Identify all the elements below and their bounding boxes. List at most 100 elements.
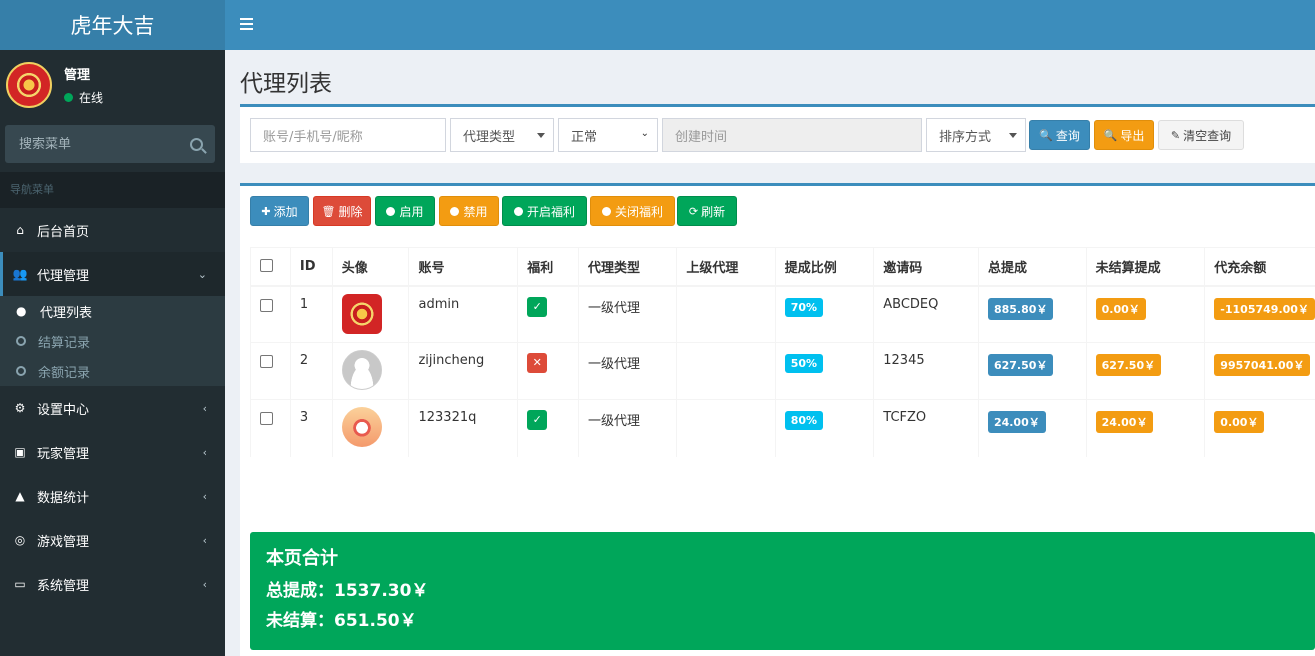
- cell-id: 1: [289, 285, 333, 343]
- agent-list-box: ✚ 添加 🗑 删除 启用 禁用 开启福利 关闭福利 ⟳ 刷新 ID 头像 账号 …: [240, 183, 1315, 656]
- row-checkbox[interactable]: [260, 298, 273, 312]
- users-icon: 👥: [12, 267, 28, 281]
- chevron-left-icon: ‹: [202, 577, 207, 591]
- delete-button[interactable]: 🗑 删除: [313, 196, 371, 226]
- chevron-down-icon: ⌄: [197, 267, 207, 281]
- sort-select[interactable]: 排序方式: [926, 118, 1026, 152]
- sidebar-item-settings[interactable]: ⚙ 设置中心 ‹: [0, 386, 225, 430]
- cell-parent-agent: [676, 342, 776, 400]
- column-header: ID: [289, 247, 333, 287]
- sidebar-subitem-settlement[interactable]: 结算记录: [0, 326, 225, 356]
- agent-table: ID 头像 账号 福利 代理类型 上级代理 提成比例 邀请码 总提成 未结算提成…: [250, 247, 1315, 457]
- column-header: 代充余额: [1204, 247, 1315, 287]
- unsettled-badge: 0.00￥: [1095, 297, 1146, 320]
- table-row[interactable]: 3 123321q ✓ 一级代理 80% TCFZO 24.00￥ 24.00￥…: [250, 399, 1315, 457]
- sidebar-item-statistics[interactable]: ▲ 数据统计 ‹: [0, 474, 225, 518]
- cell-agent-type: 一级代理: [577, 399, 677, 457]
- desktop-icon: ▭: [14, 577, 26, 591]
- table-row[interactable]: 1 admin ✓ 一级代理 70% ABCDEQ 885.80￥ 0.00￥ …: [250, 285, 1315, 343]
- top-navbar: [225, 0, 1315, 50]
- main-content: 代理列表 账号/手机号/昵称 代理类型 正常 ⌄ 创建时间 排序方式 🔍 查询 🔍…: [225, 50, 1315, 656]
- caret-down-icon: [1009, 133, 1017, 138]
- column-header: 上级代理: [676, 247, 776, 287]
- page-title: 代理列表: [240, 71, 332, 97]
- select-all-checkbox[interactable]: [260, 258, 273, 272]
- query-button[interactable]: 🔍 查询: [1029, 120, 1090, 150]
- sidebar-item-players[interactable]: ▣ 玩家管理 ‹: [0, 430, 225, 474]
- user-icon: ●: [16, 304, 27, 318]
- cell-invite-code: ABCDEQ: [873, 285, 979, 343]
- sidebar-item-games[interactable]: ◎ 游戏管理 ‹: [0, 518, 225, 562]
- cell-account: zijincheng: [408, 342, 518, 400]
- balance-badge: 9957041.00￥: [1214, 354, 1311, 376]
- total-commission-badge: 24.00￥: [987, 411, 1046, 433]
- circle-icon: [513, 206, 523, 216]
- column-header: 邀请码: [873, 247, 979, 287]
- refresh-button[interactable]: ⟳ 刷新: [677, 196, 737, 226]
- search-icon: 🔍: [1039, 128, 1053, 142]
- agent-type-select[interactable]: 代理类型: [450, 118, 554, 152]
- sidebar-item-system[interactable]: ▭ 系统管理 ‹: [0, 562, 225, 606]
- sidebar: 虎年大吉 管理 在线 导航菜单 ⌂ 后台首页 👥 代理管理 ⌄ ● 代理列表 结…: [0, 0, 225, 656]
- caret-down-icon: [537, 133, 545, 138]
- user-name: 管理: [64, 68, 91, 83]
- agent-submenu: ● 代理列表 结算记录 余额记录: [0, 296, 225, 386]
- avatar: [6, 62, 52, 108]
- circle-icon: [386, 206, 396, 216]
- status-select[interactable]: 正常 ⌄: [558, 118, 658, 152]
- summary-total-commission: 总提成：1537.30￥: [266, 581, 429, 601]
- avatar: [341, 293, 382, 334]
- welfare-on-button[interactable]: 开启福利: [502, 196, 587, 226]
- add-button[interactable]: ✚ 添加: [250, 196, 309, 226]
- check-circle-icon[interactable]: ✓: [527, 410, 548, 430]
- column-header: 提成比例: [774, 247, 874, 287]
- welfare-off-button[interactable]: 关闭福利: [590, 196, 675, 226]
- home-icon: ⌂: [16, 223, 24, 237]
- cell-account: admin: [408, 285, 518, 343]
- rate-badge: 70%: [784, 297, 824, 317]
- export-button[interactable]: 🔍 导出: [1094, 120, 1154, 150]
- account-search-input[interactable]: 账号/手机号/昵称: [250, 118, 446, 152]
- column-header: 福利: [517, 247, 579, 287]
- search-icon[interactable]: [190, 137, 203, 151]
- unsettled-badge: 24.00￥: [1095, 411, 1154, 433]
- area-chart-icon: ▲: [15, 489, 25, 503]
- sidebar-subitem-balance[interactable]: 余额记录: [0, 356, 225, 386]
- cell-id: 2: [289, 342, 333, 400]
- search-input[interactable]: [19, 136, 169, 152]
- avatar: [341, 350, 382, 390]
- trash-icon: 🗑: [321, 204, 336, 218]
- sidebar-item-home[interactable]: ⌂ 后台首页: [0, 208, 225, 252]
- disable-button[interactable]: 禁用: [439, 196, 499, 226]
- column-header: 代理类型: [577, 247, 677, 287]
- clear-query-button[interactable]: ✎ 清空查询: [1158, 120, 1244, 150]
- table-row[interactable]: 2 zijincheng ✕ 一级代理 50% 12345 627.50￥ 62…: [250, 342, 1315, 400]
- address-book-icon: ▣: [14, 445, 26, 459]
- chevron-left-icon: ‹: [202, 401, 207, 415]
- unsettled-badge: 627.50￥: [1095, 354, 1162, 376]
- summary-unsettled: 未结算：651.50￥: [266, 611, 417, 631]
- cell-invite-code: 12345: [873, 342, 979, 400]
- sidebar-item-agent-management[interactable]: 👥 代理管理 ⌄: [0, 252, 225, 296]
- cell-account: 123321q: [408, 399, 518, 457]
- hamburger-menu-icon[interactable]: [240, 18, 253, 33]
- circle-icon: [16, 366, 26, 376]
- enable-button[interactable]: 启用: [375, 196, 435, 226]
- sidebar-subitem-agent-list[interactable]: ● 代理列表: [0, 296, 225, 326]
- row-checkbox[interactable]: [260, 412, 273, 425]
- created-time-input[interactable]: 创建时间: [662, 118, 922, 152]
- nav-header: 导航菜单: [0, 172, 225, 208]
- total-commission-badge: 885.80￥: [987, 297, 1054, 320]
- rate-badge: 50%: [784, 354, 824, 373]
- table-header-row: ID 头像 账号 福利 代理类型 上级代理 提成比例 邀请码 总提成 未结算提成…: [250, 247, 1315, 287]
- app-logo[interactable]: 虎年大吉: [0, 0, 225, 50]
- chevron-left-icon: ‹: [202, 489, 207, 503]
- cell-agent-type: 一级代理: [577, 342, 677, 400]
- page-summary-callout: 本页合计 总提成：1537.30￥ 未结算：651.50￥: [250, 532, 1315, 650]
- sidebar-search: [5, 125, 215, 163]
- check-circle-icon[interactable]: ✓: [527, 296, 548, 317]
- row-checkbox[interactable]: [260, 355, 273, 368]
- times-circle-icon[interactable]: ✕: [527, 353, 548, 373]
- cell-parent-agent: [676, 399, 776, 457]
- eraser-icon: ✎: [1170, 128, 1181, 142]
